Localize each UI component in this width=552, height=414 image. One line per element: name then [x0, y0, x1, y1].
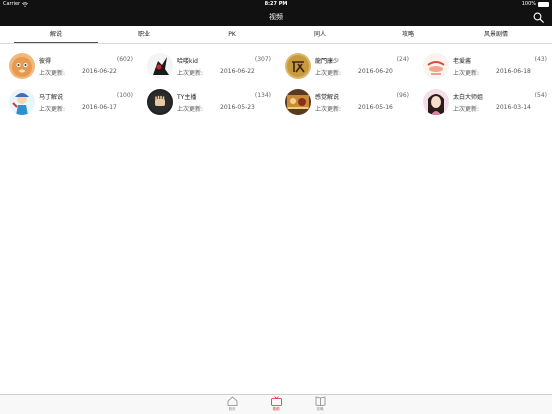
tab-profession[interactable]: 职业: [100, 26, 188, 44]
bottom-tab-bar: 首页 视频 攻略: [0, 394, 552, 414]
video-count: (100): [116, 92, 133, 99]
channel-card[interactable]: 马丁解说 (100) 上次更新: 2016-06-17: [9, 89, 133, 119]
book-icon: [315, 396, 325, 406]
tab-video-label: 视频: [272, 407, 280, 411]
tab-commentary[interactable]: 解说: [12, 26, 100, 44]
channel-card[interactable]: 彼得 (602) 上次更新: 2016-06-22: [9, 53, 133, 83]
last-update-date: 2016-06-20: [358, 68, 393, 75]
last-update-date: 2016-03-14: [496, 104, 531, 111]
tab-home[interactable]: 首页: [220, 396, 244, 414]
last-update-date: 2016-05-16: [358, 104, 393, 111]
video-count: (134): [254, 92, 271, 99]
channel-name: 哈喽kid: [177, 58, 198, 65]
avatar: [147, 89, 173, 115]
channel-card[interactable]: TY主播 (134) 上次更新: 2016-05-23: [147, 89, 271, 119]
video-count: (602): [116, 56, 133, 63]
home-icon: [227, 396, 237, 406]
video-count: (43): [534, 56, 547, 63]
app-screen: Carrier 8:27 PM 100% 视频 解说 职业 PK 同人 攻略 风…: [0, 0, 552, 414]
tab-scenery-story[interactable]: 风景剧情: [452, 26, 540, 44]
channel-name: 感觉解说: [315, 94, 340, 101]
channel-card[interactable]: 哈喽kid (307) 上次更新: 2016-06-22: [147, 53, 271, 83]
last-update-date: 2016-06-17: [82, 104, 117, 111]
tab-guide-bottom[interactable]: 攻略: [308, 396, 332, 414]
video-count: (24): [396, 56, 409, 63]
status-bar: Carrier 8:27 PM 100%: [0, 0, 552, 9]
channel-card[interactable]: 龍門康少 (24) 上次更新: 2016-06-20: [285, 53, 409, 83]
avatar: [423, 53, 449, 79]
channel-card[interactable]: 老爱酱 (43) 上次更新: 2016-06-18: [423, 53, 547, 83]
tv-icon: [270, 396, 282, 406]
tab-guide-label: 攻略: [316, 407, 324, 411]
tab-fan-made[interactable]: 同人: [276, 26, 364, 44]
last-update-label: 上次更新:: [315, 106, 342, 113]
last-update-label: 上次更新:: [177, 70, 204, 77]
clock: 8:27 PM: [264, 1, 288, 7]
tab-pk[interactable]: PK: [188, 26, 276, 44]
category-tabs: 解说 职业 PK 同人 攻略 风景剧情: [0, 26, 552, 44]
last-update-label: 上次更新:: [177, 106, 204, 113]
last-update-date: 2016-05-23: [220, 104, 255, 111]
last-update-label: 上次更新:: [453, 106, 480, 113]
battery-percent: 100%: [521, 1, 536, 7]
battery-icon: [538, 1, 549, 7]
avatar: [285, 53, 311, 79]
channel-card[interactable]: 感觉解说 (96) 上次更新: 2016-05-16: [285, 89, 409, 119]
channel-name: 老爱酱: [453, 58, 472, 65]
last-update-date: 2016-06-22: [220, 68, 255, 75]
channel-name: 彼得: [39, 58, 52, 65]
tab-guide[interactable]: 攻略: [364, 26, 452, 44]
video-count: (96): [396, 92, 409, 99]
avatar: [9, 53, 35, 79]
tab-home-label: 首页: [228, 407, 236, 411]
page-title: 视频: [269, 13, 283, 21]
video-count: (307): [254, 56, 271, 63]
avatar: [9, 89, 35, 115]
video-count: (54): [534, 92, 547, 99]
last-update-date: 2016-06-18: [496, 68, 531, 75]
nav-bar: 视频: [0, 9, 552, 26]
last-update-date: 2016-06-22: [82, 68, 117, 75]
avatar: [423, 89, 449, 115]
channel-name: 龍門康少: [315, 58, 340, 65]
last-update-label: 上次更新:: [39, 106, 66, 113]
channel-name: TY主播: [177, 94, 197, 101]
channel-name: 太白大师姐: [453, 94, 484, 101]
avatar: [285, 89, 311, 115]
last-update-label: 上次更新:: [453, 70, 480, 77]
tab-video[interactable]: 视频: [264, 396, 288, 414]
avatar: [147, 53, 173, 79]
channel-card[interactable]: 太白大师姐 (54) 上次更新: 2016-03-14: [423, 89, 547, 119]
channel-name: 马丁解说: [39, 94, 64, 101]
search-icon[interactable]: [533, 12, 544, 23]
last-update-label: 上次更新:: [39, 70, 66, 77]
last-update-label: 上次更新:: [315, 70, 342, 77]
